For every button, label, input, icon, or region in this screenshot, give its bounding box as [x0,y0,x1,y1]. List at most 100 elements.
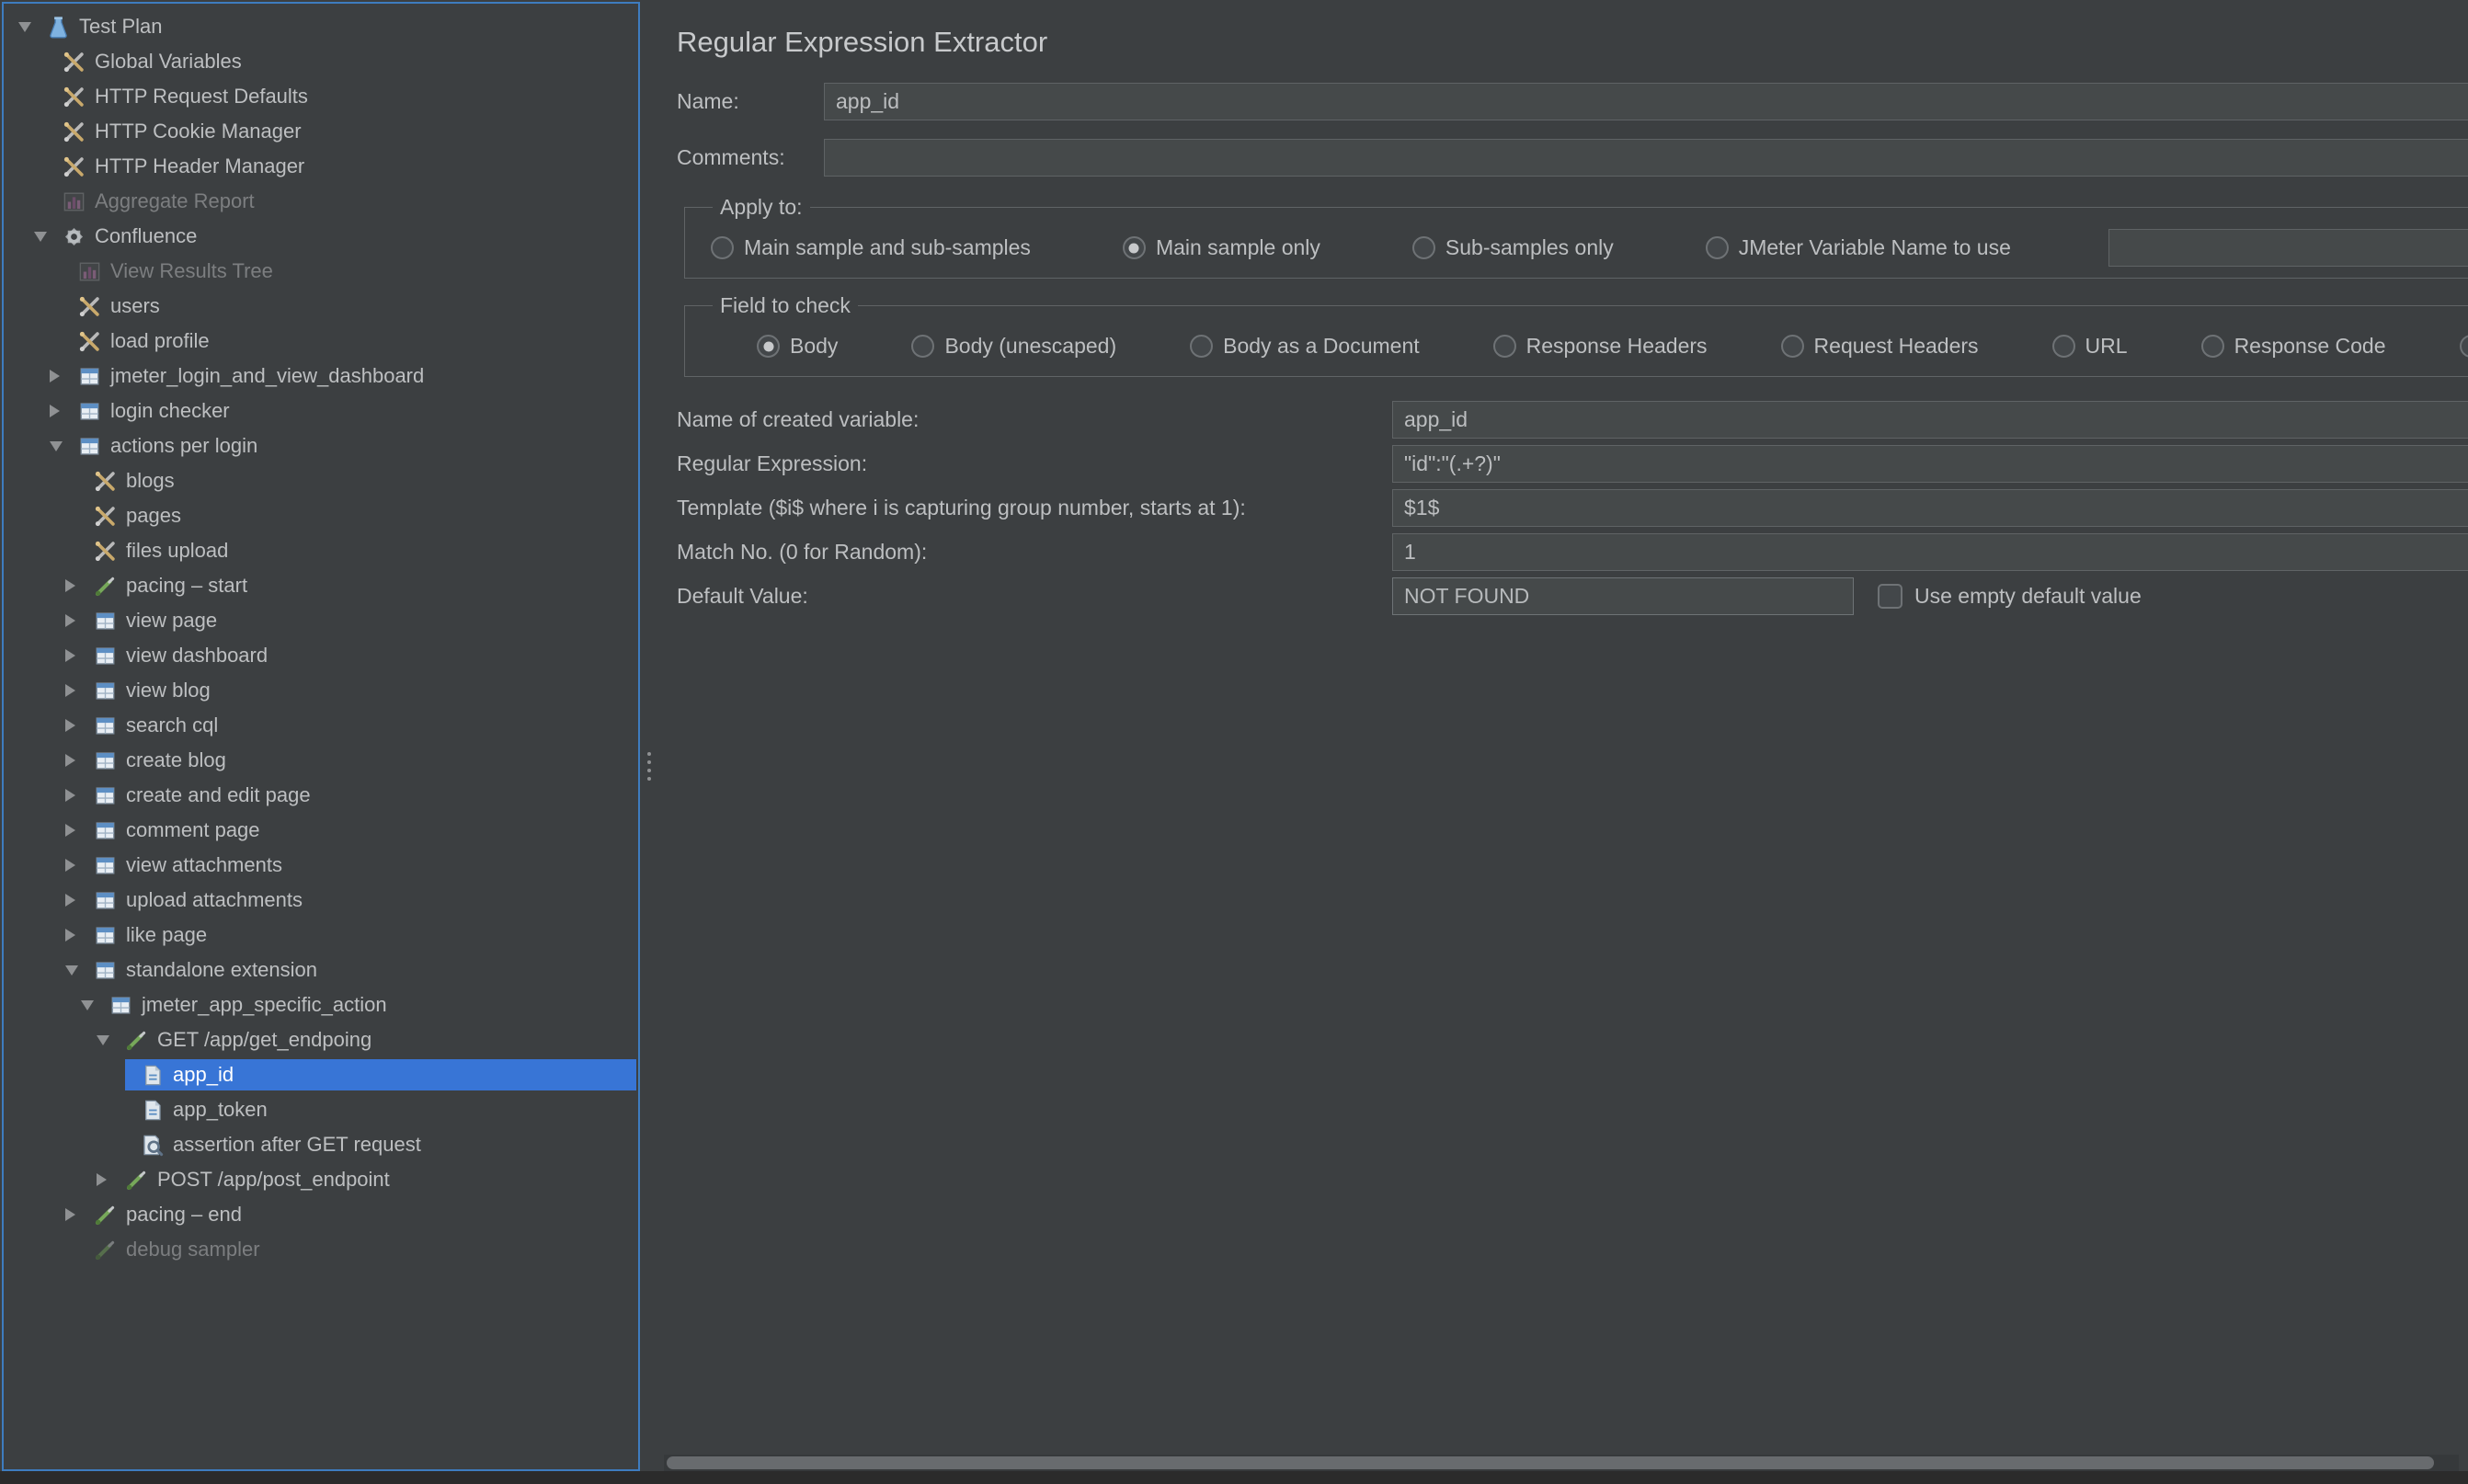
tree-item-assertion-after-get-request[interactable]: assertion after GET request [4,1127,638,1162]
tree-item-http-header-manager[interactable]: HTTP Header Manager [4,149,638,184]
field-to-check-group: Field to check BodyBody (unescaped)Body … [684,293,2468,377]
tree-item-http-cookie-manager[interactable]: HTTP Cookie Manager [4,114,638,149]
expand-arrow-icon[interactable] [63,719,93,732]
horizontal-scrollbar[interactable] [664,1455,2459,1471]
collapse-arrow-icon[interactable] [79,1000,109,1010]
expand-arrow-icon[interactable] [63,684,93,697]
apply-to-jmeter-variable-name-to-use-radio[interactable]: JMeter Variable Name to use [1706,235,2011,260]
tree-item-app-token[interactable]: app_token [4,1092,638,1127]
tree-item-create-blog[interactable]: create blog [4,743,638,778]
tree-item-load-profile[interactable]: load profile [4,324,638,359]
tree-item-jmeter-app-specific-action[interactable]: jmeter_app_specific_action [4,987,638,1022]
tree-item-debug-sampler[interactable]: debug sampler [4,1232,638,1267]
config-wrench-icon [62,50,86,74]
apply-to-main-sample-and-sub-samples-radio[interactable]: Main sample and sub-samples [711,235,1031,260]
field-to-check-body-radio[interactable]: Body [757,334,838,359]
expand-arrow-icon[interactable] [63,614,93,627]
tree-item-pacing-start[interactable]: pacing – start [4,568,638,603]
splitter-grip-icon[interactable] [645,752,654,794]
jmeter-variable-name-input[interactable] [2108,229,2468,267]
expand-arrow-icon[interactable] [48,405,77,417]
default-value-label: Default Value: [677,584,1392,609]
tree-item-view-attachments[interactable]: view attachments [4,848,638,883]
tree-item-search-cql[interactable]: search cql [4,708,638,743]
expand-arrow-icon[interactable] [63,929,93,942]
report-chart-icon [62,189,86,214]
tree-item-blogs[interactable]: blogs [4,463,638,498]
expand-arrow-icon[interactable] [95,1173,124,1186]
expand-arrow-icon[interactable] [63,649,93,662]
apply-to-main-sample-only-radio[interactable]: Main sample only [1123,235,1320,260]
expand-arrow-icon[interactable] [63,824,93,837]
regular-expression-label: Regular Expression: [677,451,1392,476]
collapse-arrow-icon[interactable] [95,1035,124,1045]
tree-item-global-variables[interactable]: Global Variables [4,44,638,79]
radio-label: Body [790,334,838,359]
tree-item-create-and-edit-page[interactable]: create and edit page [4,778,638,813]
apply-to-title: Apply to: [713,195,810,220]
match-no-input[interactable] [1392,533,2468,571]
collapse-arrow-icon[interactable] [48,441,77,451]
comments-input[interactable] [824,139,2468,177]
tree-item-app-id[interactable]: app_id [4,1057,638,1092]
tree-item-view-blog[interactable]: view blog [4,673,638,708]
tree-item-post-app-post-endpoint[interactable]: POST /app/post_endpoint [4,1162,638,1197]
radio-button-icon [2460,335,2468,358]
use-empty-default-checkbox[interactable] [1878,584,1902,609]
field-to-check-response-headers-radio[interactable]: Response Headers [1493,334,1708,359]
regular-expression-input[interactable] [1392,445,2468,483]
tree-item-label: Global Variables [95,48,251,75]
radio-label: Response Headers [1526,334,1708,359]
tree-item-label: actions per login [110,432,267,460]
expand-arrow-icon[interactable] [48,370,77,382]
tree-item-files-upload[interactable]: files upload [4,533,638,568]
tree-item-login-checker[interactable]: login checker [4,394,638,428]
expand-arrow-icon[interactable] [63,859,93,872]
expand-arrow-icon[interactable] [63,579,93,592]
tree-item-jmeter-login-and-view-dashboard[interactable]: jmeter_login_and_view_dashboard [4,359,638,394]
collapse-arrow-icon[interactable] [17,22,46,32]
default-value-input[interactable] [1392,577,1854,615]
created-variable-input[interactable] [1392,401,2468,439]
collapse-arrow-icon[interactable] [32,232,62,242]
field-to-check-response-message-radio[interactable]: Response Message [2460,334,2468,359]
expand-arrow-icon[interactable] [63,1208,93,1221]
panel-splitter[interactable] [642,0,657,1471]
expand-arrow-icon[interactable] [63,754,93,767]
tree-item-upload-attachments[interactable]: upload attachments [4,883,638,918]
field-to-check-url-radio[interactable]: URL [2052,334,2128,359]
tree-item-pages[interactable]: pages [4,498,638,533]
tree-item-standalone-extension[interactable]: standalone extension [4,953,638,987]
tree-item-label: standalone extension [126,956,326,984]
tree-item-aggregate-report[interactable]: Aggregate Report [4,184,638,219]
created-variable-label: Name of created variable: [677,407,1392,432]
collapse-arrow-icon[interactable] [63,965,93,976]
tree-item-confluence[interactable]: Confluence [4,219,638,254]
expand-arrow-icon[interactable] [63,789,93,802]
controller-table-icon [93,888,118,913]
expand-arrow-icon[interactable] [63,894,93,907]
tree-item-label: search cql [126,712,227,739]
tree-item-view-dashboard[interactable]: view dashboard [4,638,638,673]
tree-item-get-app-get-endpoing[interactable]: GET /app/get_endpoing [4,1022,638,1057]
field-to-check-body-unescaped-radio[interactable]: Body (unescaped) [911,334,1116,359]
field-to-check-request-headers-radio[interactable]: Request Headers [1781,334,1979,359]
field-to-check-body-as-a-document-radio[interactable]: Body as a Document [1190,334,1420,359]
tree-item-test-plan[interactable]: Test Plan [4,9,638,44]
radio-button-icon [1493,335,1516,358]
tree-item-comment-page[interactable]: comment page [4,813,638,848]
apply-to-sub-samples-only-radio[interactable]: Sub-samples only [1412,235,1614,260]
name-input[interactable] [824,83,2468,120]
field-to-check-response-code-radio[interactable]: Response Code [2201,334,2386,359]
controller-table-icon [93,853,118,878]
tree-item-label: view dashboard [126,642,277,669]
tree-item-users[interactable]: users [4,289,638,324]
tree-item-view-results-tree[interactable]: View Results Tree [4,254,638,289]
tree-item-pacing-end[interactable]: pacing – end [4,1197,638,1232]
tree-item-actions-per-login[interactable]: actions per login [4,428,638,463]
tree-item-view-page[interactable]: view page [4,603,638,638]
scrollbar-thumb[interactable] [667,1456,2434,1469]
tree-item-http-request-defaults[interactable]: HTTP Request Defaults [4,79,638,114]
tree-item-like-page[interactable]: like page [4,918,638,953]
template-input[interactable] [1392,489,2468,527]
